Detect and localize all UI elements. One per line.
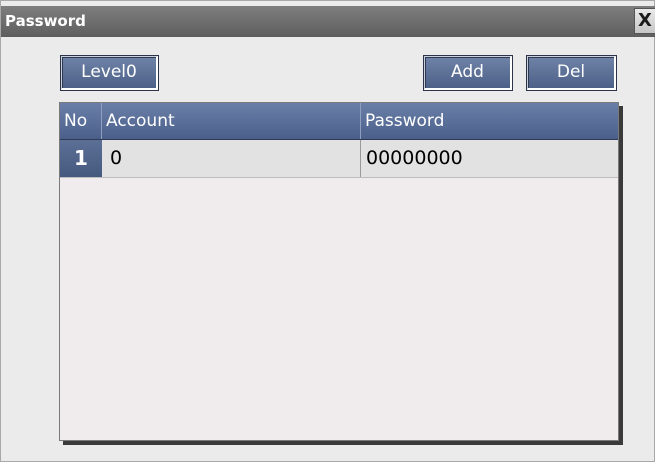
column-header-account: Account [102, 103, 361, 139]
del-button[interactable]: Del [527, 56, 616, 90]
close-button[interactable]: X [634, 8, 655, 34]
table-header: No Account Password [60, 103, 618, 140]
table-row[interactable]: 1 0 00000000 [60, 140, 618, 178]
password-cell[interactable]: 00000000 [361, 140, 618, 177]
dialog-title: Password [5, 12, 86, 30]
del-button-label: Del [556, 62, 586, 82]
column-header-no: No [60, 103, 102, 139]
row-number: 1 [60, 140, 102, 177]
level-label: Level [81, 62, 127, 82]
add-button-label: Add [451, 62, 484, 82]
close-icon: X [638, 10, 652, 31]
title-bar: Password X [1, 6, 655, 37]
password-dialog: Password X Level0 Add Del No Account Pas… [0, 0, 655, 462]
add-button[interactable]: Add [424, 56, 512, 90]
account-table[interactable]: No Account Password 1 0 00000000 [59, 102, 619, 441]
account-cell[interactable]: 0 [102, 140, 361, 177]
level-button[interactable]: Level0 [61, 56, 158, 90]
level-value: 0 [126, 62, 137, 82]
column-header-password: Password [365, 111, 445, 131]
